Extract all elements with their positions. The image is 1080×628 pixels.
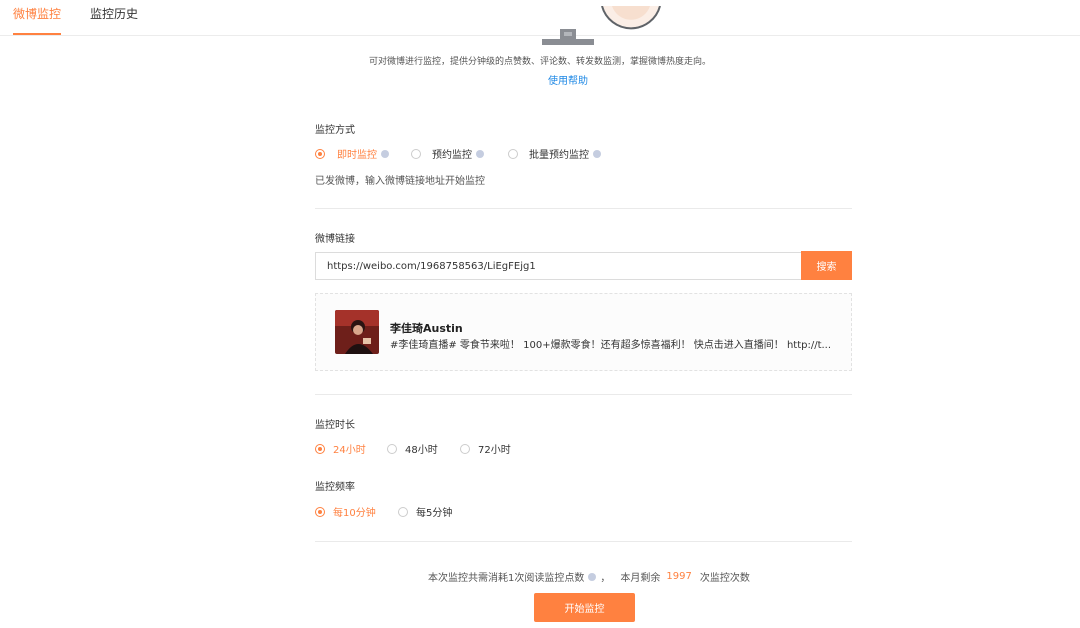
- radio-24h[interactable]: 24小时: [315, 441, 387, 456]
- author-avatar: [335, 310, 379, 354]
- radio-unchecked-icon: [398, 506, 408, 517]
- radio-scheduled-monitor[interactable]: 预约监控: [411, 146, 508, 161]
- feature-description: 可对微博进行监控，提供分钟级的点赞数、评论数、转发数监测，掌握微博热度走向。: [368, 57, 711, 67]
- radio-unchecked-icon: [411, 148, 421, 159]
- section-divider: [315, 208, 852, 209]
- radio-every-10-min[interactable]: 每10分钟: [315, 504, 398, 519]
- consume-text: 本次监控共需消耗1次阅读监控点数: [428, 573, 585, 584]
- active-tab-indicator: [13, 33, 61, 35]
- radio-label: 48小时: [405, 445, 438, 456]
- info-icon[interactable]: [588, 572, 597, 581]
- info-icon[interactable]: [476, 149, 484, 158]
- start-monitor-button[interactable]: 开始监控: [534, 593, 635, 622]
- radio-checked-icon: [315, 148, 325, 159]
- radio-label: 即时监控: [337, 150, 377, 161]
- separator: ，: [600, 573, 611, 584]
- frequency-options: 每10分钟 每5分钟: [315, 504, 452, 519]
- radio-label: 预约监控: [432, 150, 472, 161]
- radio-unchecked-icon: [387, 443, 397, 454]
- monitor-method-options: 即时监控 预约监控 批量预约监控: [315, 146, 601, 161]
- remaining-count: 1997: [666, 571, 692, 582]
- radio-checked-icon: [315, 443, 325, 454]
- radio-batch-scheduled-monitor[interactable]: 批量预约监控: [508, 146, 601, 161]
- radio-label: 每10分钟: [333, 508, 376, 519]
- chart-circle-illustration-icon: [601, 6, 661, 30]
- section-divider: [315, 394, 852, 395]
- post-text: #李佳琦直播# 零食节来啦！ 100+爆款零食！还有超多惊喜福利！ 快点击进入直…: [390, 340, 832, 351]
- radio-instant-monitor[interactable]: 即时监控: [315, 146, 411, 161]
- radio-label: 24小时: [333, 445, 366, 456]
- info-icon[interactable]: [593, 149, 601, 158]
- radio-checked-icon: [315, 506, 325, 517]
- radio-label: 72小时: [478, 445, 511, 456]
- monitor-method-title: 监控方式: [315, 125, 355, 136]
- post-author-name: 李佳琦Austin: [390, 322, 463, 335]
- radio-72h[interactable]: 72小时: [460, 441, 511, 456]
- remaining-suffix: 次监控次数: [699, 573, 750, 584]
- radio-label: 每5分钟: [416, 508, 453, 519]
- help-link[interactable]: 使用帮助: [0, 72, 1080, 87]
- weibo-link-title: 微博链接: [315, 234, 355, 245]
- tab-weibo-monitor[interactable]: 微博监控: [13, 7, 61, 21]
- info-icon[interactable]: [381, 149, 389, 158]
- section-divider: [315, 541, 852, 542]
- radio-every-5-min[interactable]: 每5分钟: [398, 504, 452, 519]
- monitor-method-hint: 已发微博，输入微博链接地址开始监控: [315, 176, 485, 187]
- weibo-url-input[interactable]: [315, 252, 801, 280]
- weibo-post-card[interactable]: 李佳琦Austin #李佳琦直播# 零食节来啦！ 100+爆款零食！还有超多惊喜…: [315, 293, 852, 371]
- top-tab-bar: 微博监控 监控历史: [0, 0, 1080, 36]
- monitor-illustration-icon: [542, 29, 594, 45]
- radio-unchecked-icon: [460, 443, 470, 454]
- radio-48h[interactable]: 48小时: [387, 441, 460, 456]
- tab-monitor-history[interactable]: 监控历史: [90, 7, 138, 21]
- remaining-prefix: 本月剩余: [620, 573, 661, 584]
- radio-unchecked-icon: [508, 148, 518, 159]
- monitor-frequency-title: 监控频率: [315, 482, 355, 493]
- duration-options: 24小时 48小时 72小时: [315, 441, 511, 456]
- monitor-duration-title: 监控时长: [315, 420, 355, 431]
- search-button[interactable]: 搜索: [801, 251, 852, 280]
- consumption-summary: 本次监控共需消耗1次阅读监控点数 ， 本月剩余 1997 次监控次数: [428, 569, 750, 584]
- radio-label: 批量预约监控: [529, 150, 589, 161]
